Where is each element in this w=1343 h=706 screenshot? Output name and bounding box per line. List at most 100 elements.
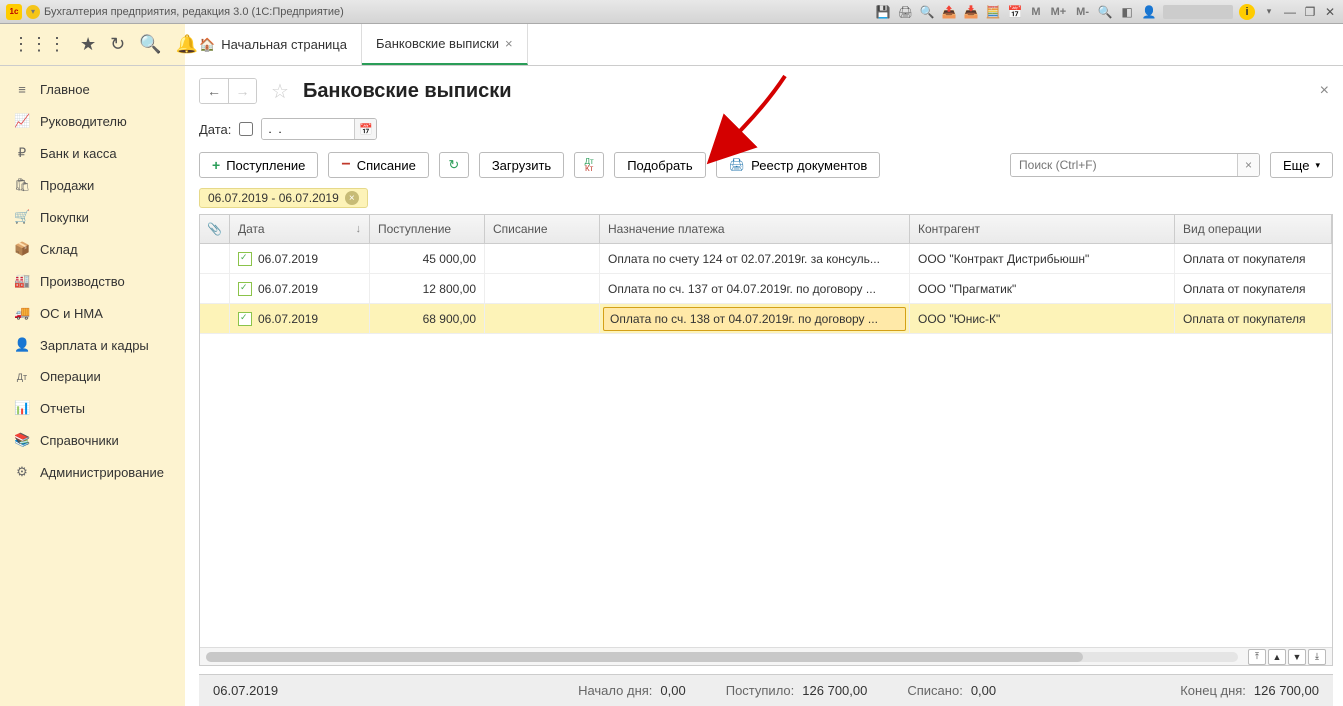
table-row[interactable]: 06.07.2019 68 900,00 Оплата по сч. 138 о…: [200, 304, 1332, 334]
search-clear-button[interactable]: ×: [1237, 154, 1259, 176]
sidebar-item-reports[interactable]: 📊Отчеты: [0, 392, 185, 424]
sidebar-item-main[interactable]: ≡Главное: [0, 74, 185, 105]
panels-icon[interactable]: ◧: [1119, 4, 1135, 20]
hscroll-thumb[interactable]: [206, 652, 1083, 662]
table-row[interactable]: 06.07.2019 12 800,00 Оплата по сч. 137 о…: [200, 274, 1332, 304]
more-button[interactable]: Еще▾: [1270, 152, 1333, 178]
tab-home[interactable]: 🏠 Начальная страница: [185, 24, 362, 65]
grid-first-button[interactable]: ⤒: [1248, 649, 1266, 665]
calendar-button-icon[interactable]: 📅: [354, 119, 376, 139]
sidebar-item-production[interactable]: 🏭Производство: [0, 265, 185, 297]
col-income[interactable]: Поступление: [370, 215, 485, 243]
status-out-label: Списано:: [907, 683, 962, 698]
nav-back-button[interactable]: ←: [200, 79, 228, 103]
expense-button[interactable]: −Списание: [328, 152, 428, 178]
col-counterparty[interactable]: Контрагент: [910, 215, 1175, 243]
grid-last-button[interactable]: ⤓: [1308, 649, 1326, 665]
sidebar-item-bank[interactable]: ₽Банк и касса: [0, 137, 185, 169]
cell-purpose: Оплата по сч. 138 от 04.07.2019г. по дог…: [610, 312, 878, 326]
registry-button[interactable]: 🖨Реестр документов: [716, 152, 881, 178]
expense-button-label: Списание: [357, 158, 416, 173]
search-input[interactable]: [1011, 154, 1237, 176]
tab-close-icon[interactable]: ×: [505, 36, 513, 51]
grid-scrollbar[interactable]: ⤒ ▲ ▼ ⤓: [200, 647, 1332, 665]
col-purpose[interactable]: Назначение платежа: [600, 215, 910, 243]
cell-income: 68 900,00: [423, 312, 476, 326]
preview-icon[interactable]: 🔍: [919, 4, 935, 20]
zoom-icon[interactable]: 🔍: [1097, 4, 1113, 20]
sidebar-item-catalogs[interactable]: 📚Справочники: [0, 424, 185, 456]
cell-counterparty: ООО "Контракт Дистрибьюшн": [918, 252, 1089, 266]
save-icon[interactable]: 💾: [875, 4, 891, 20]
load-button[interactable]: Загрузить: [479, 152, 564, 178]
status-start-label: Начало дня:: [578, 683, 652, 698]
minimize-button[interactable]: —: [1283, 5, 1297, 19]
col-expense[interactable]: Списание: [485, 215, 600, 243]
restore-button[interactable]: ❐: [1303, 5, 1317, 19]
user-icon[interactable]: 👤: [1141, 4, 1157, 20]
sidebar-item-admin[interactable]: ⚙Администрирование: [0, 456, 185, 488]
memory-mplus-button[interactable]: M+: [1049, 6, 1069, 18]
table-row[interactable]: 06.07.2019 45 000,00 Оплата по счету 124…: [200, 244, 1332, 274]
grid-header: 📎 Дата↓ Поступление Списание Назначение …: [200, 215, 1332, 244]
col-optype[interactable]: Вид операции: [1175, 215, 1332, 243]
dtkt-button[interactable]: ДтКт: [574, 152, 604, 178]
calc-icon[interactable]: 🧮: [985, 4, 1001, 20]
history-icon[interactable]: ↻: [110, 34, 125, 55]
factory-icon: 🏭: [14, 273, 30, 289]
income-button[interactable]: +Поступление: [199, 152, 318, 178]
doc-out-icon[interactable]: 📤: [941, 4, 957, 20]
col-date[interactable]: Дата↓: [230, 215, 370, 243]
refresh-button[interactable]: ↻: [439, 152, 469, 178]
doc-in-icon[interactable]: 📥: [963, 4, 979, 20]
sidebar-item-hr[interactable]: 👤Зарплата и кадры: [0, 329, 185, 361]
sidebar-item-sales[interactable]: 🛍Продажи: [0, 169, 185, 201]
grid-up-button[interactable]: ▲: [1268, 649, 1286, 665]
sidebar-item-label: Продажи: [40, 178, 94, 193]
status-in-label: Поступило:: [726, 683, 795, 698]
apps-grid-icon[interactable]: ⋮⋮⋮: [12, 34, 66, 55]
col-attachment[interactable]: 📎: [200, 215, 230, 243]
cell-optype: Оплата от покупателя: [1183, 282, 1305, 296]
search-tool-icon[interactable]: 🔍: [139, 34, 161, 55]
filter-chip[interactable]: 06.07.2019 - 06.07.2019 ×: [199, 188, 368, 208]
info-icon[interactable]: i: [1239, 4, 1255, 20]
sidebar-item-operations[interactable]: ДтОперации: [0, 361, 185, 392]
sidebar-item-assets[interactable]: 🚚ОС и НМА: [0, 297, 185, 329]
tabstrip: ⋮⋮⋮ ★ ↻ 🔍 🔔 🏠 Начальная страница Банковс…: [0, 24, 1343, 66]
info-dropdown-icon[interactable]: ▾: [1261, 4, 1277, 20]
print-icon[interactable]: 🖨: [897, 4, 913, 20]
close-window-button[interactable]: ✕: [1323, 5, 1337, 19]
tab-bank-statements[interactable]: Банковские выписки ×: [362, 24, 528, 65]
sidebar-item-purchases[interactable]: 🛒Покупки: [0, 201, 185, 233]
sidebar-item-warehouse[interactable]: 📦Склад: [0, 233, 185, 265]
favorites-star-icon[interactable]: ★: [80, 34, 96, 55]
status-date: 06.07.2019: [213, 683, 278, 698]
page-close-button[interactable]: ×: [1320, 82, 1329, 100]
sidebar-item-manager[interactable]: 📈Руководителю: [0, 105, 185, 137]
date-filter-checkbox[interactable]: [239, 122, 253, 136]
status-end-value: 126 700,00: [1254, 683, 1319, 698]
hscroll-track[interactable]: [206, 652, 1238, 662]
calendar-icon[interactable]: 📅: [1007, 4, 1023, 20]
favorite-star-icon[interactable]: ☆: [271, 79, 289, 104]
app-menu-dropdown-icon[interactable]: ▾: [26, 5, 40, 19]
memory-mminus-button[interactable]: M-: [1074, 6, 1091, 18]
pick-button-label: Подобрать: [627, 158, 692, 173]
filter-chip-remove-icon[interactable]: ×: [345, 191, 359, 205]
user-name-box[interactable]: [1163, 5, 1233, 19]
plus-icon: +: [212, 157, 220, 173]
dtkt-icon: Дт: [14, 372, 30, 382]
col-income-label: Поступление: [378, 222, 451, 236]
status-start-value: 0,00: [660, 683, 685, 698]
status-out-value: 0,00: [971, 683, 996, 698]
pick-button[interactable]: Подобрать: [614, 152, 705, 178]
date-input[interactable]: [262, 119, 354, 139]
grid-down-button[interactable]: ▼: [1288, 649, 1306, 665]
quick-tools: ⋮⋮⋮ ★ ↻ 🔍 🔔: [0, 24, 185, 65]
sidebar-item-label: Склад: [40, 242, 78, 257]
memory-m-button[interactable]: M: [1029, 6, 1042, 18]
active-cell[interactable]: Оплата по сч. 138 от 04.07.2019г. по дог…: [603, 307, 906, 331]
nav-forward-button[interactable]: →: [228, 79, 256, 103]
books-icon: 📚: [14, 432, 30, 448]
